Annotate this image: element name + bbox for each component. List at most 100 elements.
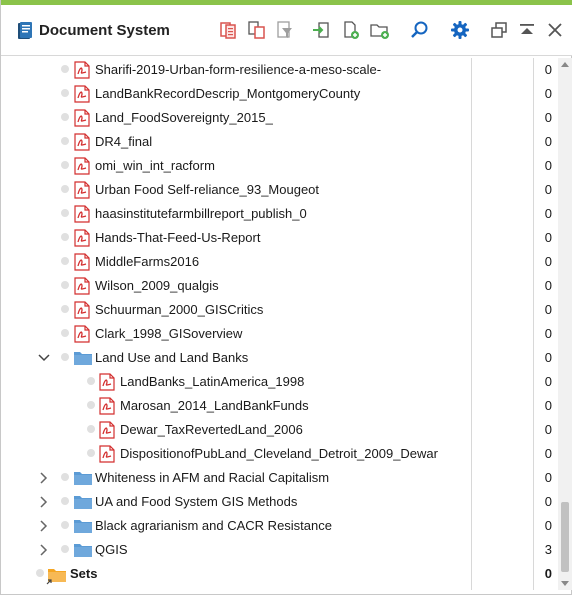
document-tree: Sharifi-2019-Urban-form-resilience-a-mes…: [1, 58, 558, 590]
document-row[interactable]: omi_win_int_racform 0: [1, 154, 558, 178]
coded-segments-count: 0: [544, 110, 552, 125]
folder-icon: [73, 541, 93, 562]
row-label: Clark_1998_GISoverview: [95, 326, 243, 341]
status-dot: [61, 89, 69, 97]
filter-documents-button[interactable]: [273, 18, 297, 42]
undock-window-icon: [491, 22, 507, 38]
pdf-icon: [74, 229, 90, 250]
close-button[interactable]: [543, 18, 567, 42]
row-label: UA and Food System GIS Methods: [95, 494, 298, 509]
coded-segments-count: 0: [544, 350, 552, 365]
pdf-icon: [74, 253, 90, 274]
row-label: LandBanks_LatinAmerica_1998: [120, 374, 305, 389]
row-label: Urban Food Self-reliance_93_Mougeot: [95, 182, 320, 197]
coded-segments-count: 0: [544, 62, 552, 77]
chevron-right-icon[interactable]: [37, 519, 51, 533]
new-folder-button[interactable]: [368, 18, 392, 42]
document-row[interactable]: LandBanks_LatinAmerica_1998 0: [1, 370, 558, 394]
status-dot: [61, 545, 69, 553]
undock-window-button[interactable]: [487, 18, 511, 42]
pdf-icon: [74, 277, 90, 298]
scroll-up-button[interactable]: [558, 58, 572, 70]
status-dot: [61, 65, 69, 73]
row-label: Sharifi-2019-Urban-form-resilience-a-mes…: [95, 62, 382, 77]
import-arrow-button[interactable]: [309, 18, 333, 42]
import-arrow-icon: [313, 22, 329, 38]
filter-documents-icon: [277, 21, 292, 38]
pdf-icon: [99, 445, 115, 466]
scroll-down-button[interactable]: [558, 578, 572, 590]
gear-icon: [451, 21, 469, 39]
import-documents-button[interactable]: [217, 18, 241, 42]
document-row[interactable]: Marosan_2014_LandBankFunds 0: [1, 394, 558, 418]
row-label: LandBankRecordDescrip_MontgomeryCounty: [95, 86, 361, 101]
status-dot: [61, 305, 69, 313]
document-row[interactable]: MiddleFarms2016 0: [1, 250, 558, 274]
coded-segments-count: 0: [544, 326, 552, 341]
row-label: haasinstitutefarmbillreport_publish_0: [95, 206, 307, 221]
chevron-up-icon: [561, 62, 569, 67]
sets-folder-icon: [46, 565, 68, 588]
document-row[interactable]: Clark_1998_GISoverview 0: [1, 322, 558, 346]
document-row[interactable]: Dewar_TaxRevertedLand_2006 0: [1, 418, 558, 442]
document-system-window: Document System Sharifi-2019-Urban-form-…: [0, 0, 572, 595]
row-label: omi_win_int_racform: [95, 158, 215, 173]
document-row[interactable]: LandBankRecordDescrip_MontgomeryCounty 0: [1, 82, 558, 106]
new-document-button[interactable]: [339, 18, 363, 42]
document-row[interactable]: Urban Food Self-reliance_93_Mougeot 0: [1, 178, 558, 202]
pdf-icon: [74, 157, 90, 178]
pdf-icon: [74, 61, 90, 82]
coded-segments-count: 0: [544, 134, 552, 149]
chevron-right-icon[interactable]: [37, 471, 51, 485]
coded-segments-count: 0: [544, 374, 552, 389]
status-dot: [87, 425, 95, 433]
document-row[interactable]: Hands-That-Feed-Us-Report 0: [1, 226, 558, 250]
chevron-right-icon[interactable]: [37, 495, 51, 509]
document-row[interactable]: DR4_final 0: [1, 130, 558, 154]
row-label: Marosan_2014_LandBankFunds: [120, 398, 309, 413]
settings-button[interactable]: [448, 18, 472, 42]
status-dot: [61, 185, 69, 193]
pdf-icon: [74, 325, 90, 346]
new-folder-icon: [370, 24, 389, 39]
pdf-icon: [74, 109, 90, 130]
folder-row[interactable]: QGIS 3: [1, 538, 558, 562]
search-button[interactable]: [408, 18, 432, 42]
folder-row[interactable]: Whiteness in AFM and Racial Capitalism 0: [1, 466, 558, 490]
maximize-button[interactable]: [515, 18, 539, 42]
pdf-icon: [74, 205, 90, 226]
document-row[interactable]: Schuurman_2000_GISCritics 0: [1, 298, 558, 322]
import-documents-icon: [220, 22, 236, 39]
sets-row[interactable]: Sets 0: [1, 562, 558, 586]
coded-segments-count: 0: [544, 566, 552, 581]
document-row[interactable]: Sharifi-2019-Urban-form-resilience-a-mes…: [1, 58, 558, 82]
folder-row[interactable]: Black agrarianism and CACR Resistance 0: [1, 514, 558, 538]
status-dot: [61, 473, 69, 481]
chevron-right-icon[interactable]: [37, 543, 51, 557]
chevron-down-icon: [561, 581, 569, 586]
status-dot: [87, 401, 95, 409]
document-row[interactable]: haasinstitutefarmbillreport_publish_0 0: [1, 202, 558, 226]
copy-documents-button[interactable]: [245, 18, 269, 42]
coded-segments-count: 0: [544, 446, 552, 461]
document-row[interactable]: DispositionofPubLand_Cleveland_Detroit_2…: [1, 442, 558, 466]
coded-segments-count: 0: [544, 278, 552, 293]
status-dot: [61, 521, 69, 529]
status-dot: [61, 209, 69, 217]
folder-row[interactable]: Land Use and Land Banks 0: [1, 346, 558, 370]
row-label: Schuurman_2000_GISCritics: [95, 302, 264, 317]
document-row[interactable]: Wilson_2009_qualgis 0: [1, 274, 558, 298]
chevron-down-icon[interactable]: [37, 351, 51, 365]
folder-row[interactable]: UA and Food System GIS Methods 0: [1, 490, 558, 514]
row-label: DispositionofPubLand_Cleveland_Detroit_2…: [120, 446, 438, 461]
close-icon: [548, 23, 562, 37]
coded-segments-count: 0: [544, 86, 552, 101]
folder-icon: [73, 493, 93, 514]
row-label: Sets: [70, 566, 98, 581]
scroll-thumb[interactable]: [561, 502, 569, 572]
vertical-scrollbar[interactable]: [558, 58, 572, 590]
window-title: Document System: [39, 22, 170, 39]
search-icon: [411, 21, 428, 38]
row-label: Land_FoodSovereignty_2015_: [95, 110, 273, 125]
document-row[interactable]: Land_FoodSovereignty_2015_ 0: [1, 106, 558, 130]
